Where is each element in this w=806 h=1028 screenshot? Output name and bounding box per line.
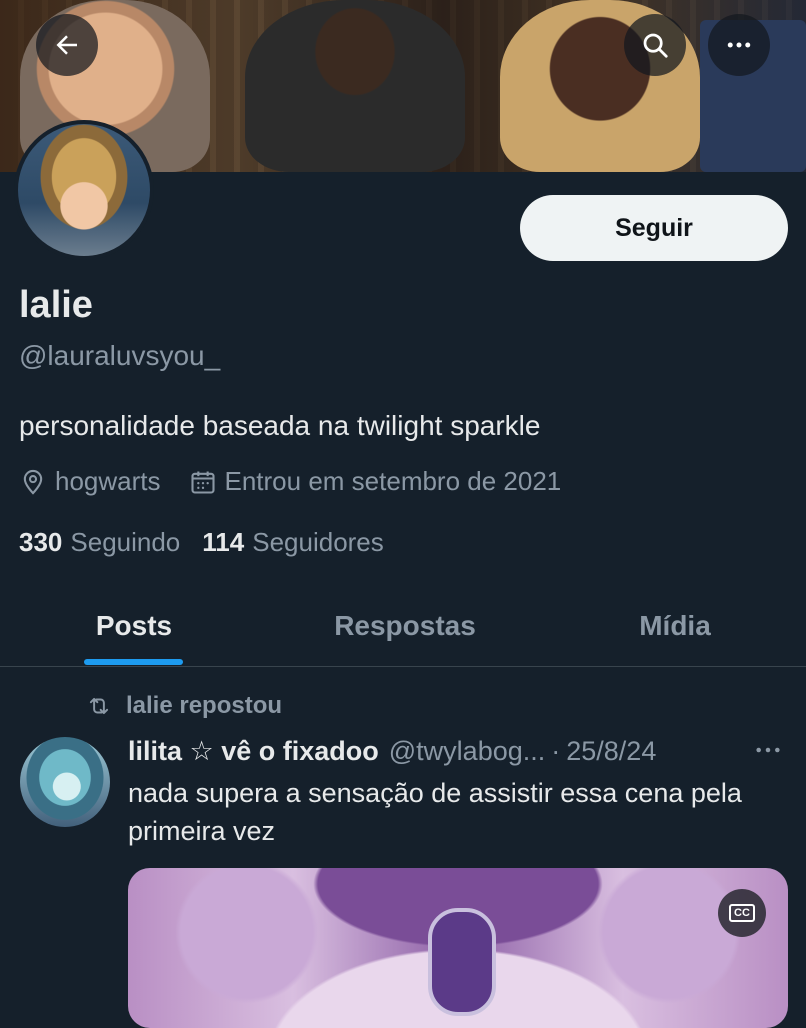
post-header: lilita ☆ vê o fixadoo @twylabog... · 25/…	[128, 733, 788, 769]
post-media-video[interactable]	[128, 868, 788, 1028]
search-button[interactable]	[624, 14, 686, 76]
joined-item: Entrou em setembro de 2021	[189, 466, 562, 497]
repost-indicator: lalie repostou	[84, 692, 282, 720]
location-item: hogwarts	[19, 466, 161, 497]
repost-icon	[89, 697, 109, 715]
arrow-left-icon	[56, 35, 77, 55]
more-options-button[interactable]	[708, 14, 770, 76]
location-text: hogwarts	[55, 466, 161, 496]
location-pin-icon	[23, 469, 43, 495]
calendar-icon	[190, 471, 215, 494]
more-horizontal-icon	[756, 747, 780, 753]
following-count: 330	[19, 527, 63, 557]
profile-avatar[interactable]	[14, 120, 154, 260]
tab-respostas[interactable]: Respostas	[300, 586, 510, 666]
profile-bio: personalidade baseada na twilight sparkl…	[19, 410, 541, 441]
follow-counts: 330 Seguindo 114 Seguidores	[19, 527, 406, 558]
banner-figure	[245, 0, 465, 172]
post-more-button[interactable]	[752, 734, 784, 771]
display-name: lalie	[19, 284, 93, 326]
separator-dot: ·	[551, 735, 561, 766]
cc-icon: CC	[729, 904, 755, 922]
following-link[interactable]: 330 Seguindo	[19, 527, 180, 558]
profile-handle: @lauraluvsyou_	[19, 340, 221, 371]
post-text: nada supera a sensação de assistir essa …	[128, 778, 742, 846]
followers-count: 114	[202, 527, 245, 557]
back-button[interactable]	[36, 14, 98, 76]
profile-meta: hogwarts Entrou em setembro de 2021	[19, 466, 589, 497]
post-author-name[interactable]: lilita ☆ vê o fixadoo	[128, 736, 379, 767]
post-date[interactable]: 25/8/24	[566, 736, 656, 767]
tab-midia[interactable]: Mídia	[600, 586, 750, 666]
tab-posts[interactable]: Posts	[54, 586, 214, 666]
more-horizontal-icon	[727, 42, 751, 48]
joined-text: Entrou em setembro de 2021	[224, 466, 562, 496]
post-author-avatar[interactable]	[20, 737, 110, 827]
captions-button[interactable]: CC	[718, 889, 766, 937]
search-icon	[643, 33, 668, 58]
profile-tabs: Posts Respostas Mídia	[0, 586, 806, 667]
active-tab-indicator	[84, 659, 183, 665]
repost-label: lalie repostou	[126, 692, 283, 719]
followers-label: Seguidores	[252, 527, 384, 557]
followers-link[interactable]: 114 Seguidores	[202, 527, 384, 558]
follow-button[interactable]: Seguir	[520, 195, 788, 261]
post-author-handle[interactable]: @twylabog...	[389, 736, 545, 767]
following-label: Seguindo	[70, 527, 181, 557]
